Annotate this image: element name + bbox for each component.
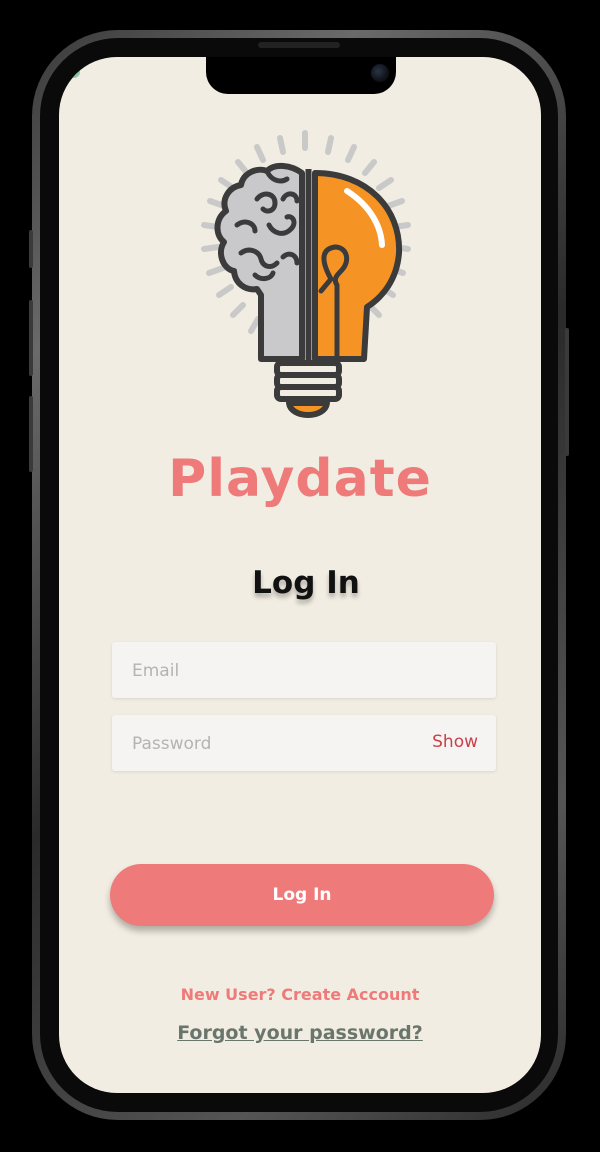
password-input[interactable] — [130, 715, 414, 773]
brain-lightbulb-icon — [171, 129, 431, 429]
side-button-volume-up — [29, 300, 33, 376]
password-field[interactable]: Show — [112, 715, 496, 773]
camera-icon — [371, 64, 389, 82]
email-input[interactable] — [130, 642, 414, 700]
create-account-link[interactable]: New User? Create Account — [59, 985, 541, 1004]
show-password-button[interactable]: Show — [432, 732, 478, 752]
side-button-power — [565, 328, 569, 456]
side-button-silent — [29, 230, 33, 268]
email-field[interactable] — [112, 642, 496, 700]
login-button[interactable]: Log In — [110, 864, 494, 926]
login-heading: Log In — [252, 565, 360, 601]
app-screen: Playdate Log In Show Log In New User? Cr… — [59, 57, 541, 1093]
notch — [206, 57, 396, 94]
speaker-grille — [258, 42, 340, 48]
app-title: Playdate — [168, 449, 432, 509]
side-button-volume-down — [29, 396, 33, 472]
status-dot — [68, 66, 80, 78]
forgot-password-link[interactable]: Forgot your password? — [59, 1022, 541, 1044]
